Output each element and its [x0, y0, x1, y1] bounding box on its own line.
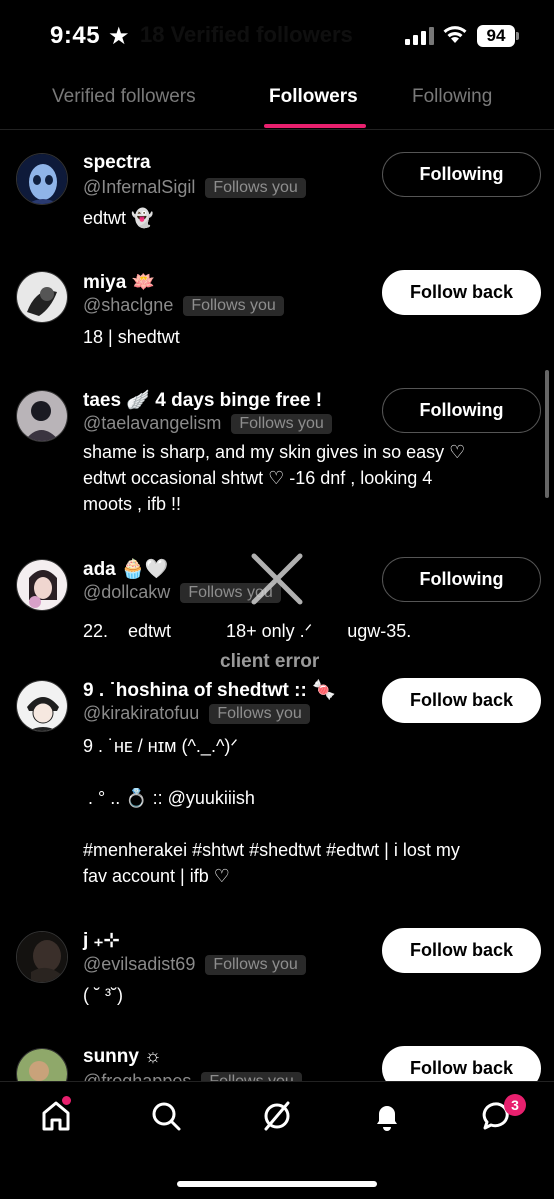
bell-icon[interactable]	[367, 1096, 407, 1136]
follower-name: sunny ☼	[83, 1046, 162, 1067]
cellular-signal-icon	[405, 27, 434, 45]
home-notification-dot	[62, 1096, 71, 1105]
follower-name: ada 🧁🤍	[83, 559, 169, 580]
follower-handle: @InfernalSigil	[83, 177, 196, 197]
follower-bio: 18 | shedtwt	[83, 327, 180, 347]
follower-name: miya 🪷	[83, 272, 156, 293]
follower-bio: 9 . ˙ʜᴇ / ʜɪᴍ (^._.^)ᐟ . ° .. 💍 :: @yuuk…	[83, 736, 460, 886]
scrollbar[interactable]	[545, 370, 549, 498]
messages-count-badge: 3	[504, 1094, 526, 1116]
active-tab-indicator	[264, 124, 366, 128]
follows-you-badge: Follows you	[231, 413, 332, 434]
avatar[interactable]	[16, 153, 68, 205]
follower-handle: @froghappes	[83, 1071, 192, 1081]
follower-name: 9 . ˙hoshina of shedtwt :: 🍬	[83, 680, 336, 701]
avatar[interactable]	[16, 1048, 68, 1081]
wifi-icon	[443, 26, 467, 43]
follows-you-badge: Follows you	[201, 1071, 302, 1081]
home-indicator	[177, 1181, 377, 1187]
header-title-faded: 18 Verified followers	[140, 22, 353, 47]
handle-line: @taelavangelism Follows you	[83, 413, 332, 434]
star-icon: ★	[108, 23, 130, 50]
follows-you-badge: Follows you	[205, 954, 306, 975]
avatar[interactable]	[16, 390, 68, 442]
follow-back-button[interactable]: Follow back	[382, 270, 541, 315]
following-button[interactable]: Following	[382, 388, 541, 433]
followers-list[interactable]: spectra @InfernalSigil Follows you edtwt…	[0, 131, 554, 1081]
follow-back-button[interactable]: Follow back	[382, 678, 541, 723]
follows-you-badge: Follows you	[205, 177, 306, 198]
follow-back-button[interactable]: Follow back	[382, 928, 541, 973]
follower-name: spectra	[83, 152, 151, 173]
tab-followers[interactable]: Followers	[269, 86, 358, 108]
follows-you-badge: Follows you	[183, 295, 284, 316]
battery-cap	[516, 32, 519, 40]
handle-line: @shaclgne Follows you	[83, 295, 284, 316]
handle-line: @kirakiratofuu Follows you	[83, 703, 310, 724]
avatar[interactable]	[16, 559, 68, 611]
follow-back-button[interactable]: Follow back	[382, 1046, 541, 1081]
follower-handle: @taelavangelism	[83, 413, 222, 433]
avatar[interactable]	[16, 931, 68, 983]
error-message: client error	[220, 651, 320, 672]
follower-tabs: Verified followers Followers Following	[0, 66, 554, 130]
avatar[interactable]	[16, 680, 68, 732]
grok-icon[interactable]	[257, 1096, 297, 1136]
follower-handle: @shaclgne	[83, 295, 174, 315]
following-button[interactable]: Following	[382, 152, 541, 197]
follower-bio: edtwt 👻	[83, 208, 154, 228]
bottom-navigation: 3	[0, 1081, 554, 1199]
handle-line: @froghappes Follows you	[83, 1071, 302, 1081]
follower-bio: ( ˘ ³˘)	[83, 985, 123, 1005]
following-button[interactable]: Following	[382, 557, 541, 602]
follower-handle: @dollcakw	[83, 582, 171, 602]
follower-handle: @evilsadist69	[83, 954, 196, 974]
follower-bio: 22. edtwt 18+ only .ᐟ ugw-35.	[83, 621, 412, 641]
handle-line: @evilsadist69 Follows you	[83, 954, 306, 975]
close-icon[interactable]	[250, 552, 304, 606]
avatar[interactable]	[16, 271, 68, 323]
handle-line: @InfernalSigil Follows you	[83, 177, 306, 198]
tab-following[interactable]: Following	[412, 86, 492, 108]
tab-verified-followers[interactable]: Verified followers	[52, 86, 196, 108]
battery-indicator: 94	[477, 25, 515, 47]
search-icon[interactable]	[146, 1096, 186, 1136]
follows-you-badge: Follows you	[209, 703, 310, 724]
follower-handle: @kirakiratofuu	[83, 703, 200, 723]
status-time: 9:45	[50, 22, 101, 49]
follower-bio: shame is sharp, and my skin gives in so …	[83, 442, 466, 514]
status-bar: 18 Verified followers 9:45 ★ 94	[0, 0, 554, 66]
follower-name: taes 🪽 4 days binge free !	[83, 390, 323, 411]
follower-name: j ₊⊹	[83, 930, 120, 951]
